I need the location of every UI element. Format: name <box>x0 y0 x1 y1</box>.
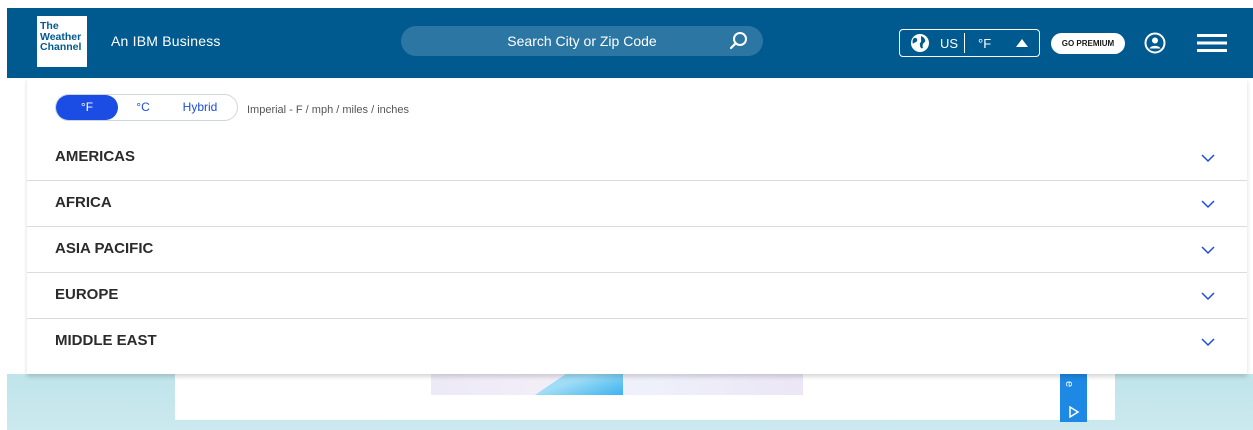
chevron-down-icon <box>1201 200 1215 209</box>
locale-country: US <box>940 36 959 51</box>
region-label: ASIA PACIFIC <box>55 240 154 257</box>
region-label: EUROPE <box>55 286 119 303</box>
hamburger-menu-icon[interactable] <box>1197 33 1227 53</box>
triangle-up-icon <box>1016 39 1028 47</box>
region-item-africa[interactable]: AFRICA <box>27 181 1247 227</box>
locale-dropdown-panel: °F °C Hybrid Imperial - F / mph / miles … <box>27 78 1247 374</box>
region-item-americas[interactable]: AMERICAS <box>27 135 1247 181</box>
globe-icon <box>911 34 929 52</box>
search-placeholder: Search City or Zip Code <box>507 33 657 49</box>
tagline: An IBM Business <box>111 33 221 49</box>
unit-option-fahrenheit[interactable]: °F <box>56 95 118 120</box>
chevron-down-icon <box>1201 338 1215 347</box>
site-header: The Weather Channel An IBM Business Sear… <box>7 8 1253 78</box>
chevron-down-icon <box>1201 246 1215 255</box>
logo-line: Channel <box>40 41 82 53</box>
locale-unit: °F <box>978 36 992 51</box>
adchoices-icon[interactable] <box>1068 406 1080 418</box>
logo-line: The <box>40 20 59 32</box>
go-premium-button[interactable]: GO PREMIUM <box>1051 33 1125 54</box>
region-label: AMERICAS <box>55 148 136 165</box>
unit-description: Imperial - F / mph / miles / inches <box>247 104 409 116</box>
unit-toggle: °F °C Hybrid <box>55 94 238 121</box>
unit-option-hybrid[interactable]: Hybrid <box>174 95 226 120</box>
unit-option-celsius[interactable]: °C <box>128 95 158 120</box>
region-item-europe[interactable]: EUROPE <box>27 273 1247 319</box>
ad-side-text: e <box>1063 380 1076 388</box>
chevron-down-icon <box>1201 154 1215 163</box>
chevron-down-icon <box>1201 292 1215 301</box>
search-input[interactable]: Search City or Zip Code <box>401 26 763 56</box>
region-label: AFRICA <box>55 194 112 211</box>
search-icon[interactable] <box>729 31 749 51</box>
locale-divider <box>964 33 965 53</box>
locale-selector[interactable]: US °F <box>899 29 1040 57</box>
account-icon[interactable] <box>1144 32 1166 54</box>
region-item-asia-pacific[interactable]: ASIA PACIFIC <box>27 227 1247 273</box>
weather-channel-logo[interactable]: The Weather Channel <box>37 16 87 67</box>
ad-side-banner[interactable]: e <box>1060 374 1087 422</box>
region-label: MIDDLE EAST <box>55 332 157 349</box>
region-item-middle-east[interactable]: MIDDLE EAST <box>27 319 1247 365</box>
